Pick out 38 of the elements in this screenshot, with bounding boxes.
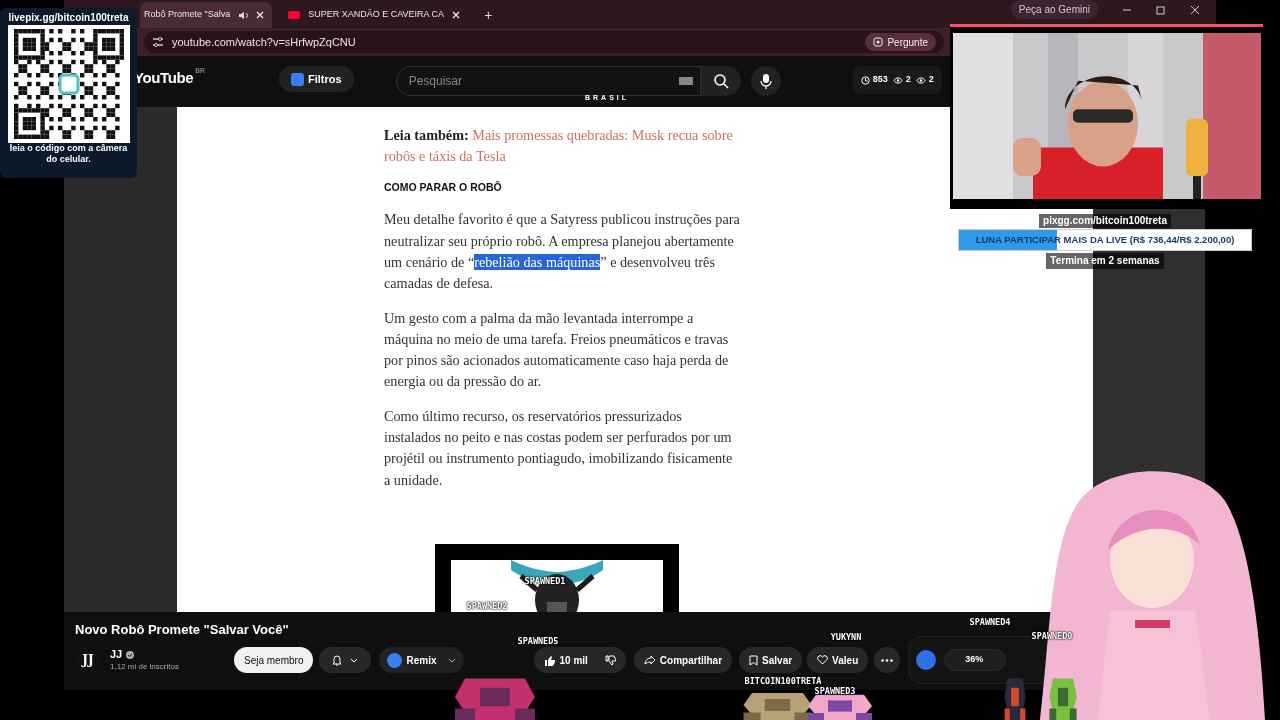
subscriber-count: 1,12 mi de inscritos <box>110 661 180 672</box>
join-button[interactable]: Seja membro <box>234 647 314 673</box>
like-button[interactable]: 10 mil <box>534 647 596 673</box>
stat-count: 2 <box>905 73 911 87</box>
sprite-label: YUKYNN <box>830 632 862 642</box>
article-paragraph: Um gesto com a palma da mão levantada interrompe a máquina no meio de uma tarefa. Freios pneumáticos e travas por pinos são acionados automaticamente caso haja perda de energia ou da pressão do ar. <box>384 308 730 392</box>
filter-button[interactable]: Filtros <box>279 66 354 92</box>
browser-tab[interactable]: SUPER XANDÃO E CAVEIRA CA <box>276 2 473 28</box>
gemini-button[interactable]: Peça ao Gemini <box>1010 0 1098 19</box>
url-text: youtube.com/watch?v=sHrfwpZqCNU <box>172 34 356 50</box>
address-bar[interactable]: youtube.com/watch?v=sHrfwpZqCNU Pergunte <box>144 31 944 53</box>
save-button[interactable]: Salvar <box>739 647 803 673</box>
qr-instructions: leia o código com a câmera do celular. <box>8 143 129 165</box>
browser-tab[interactable]: Robô Promete "Salva <box>140 2 273 28</box>
article-paragraph: Como último recurso, os reservatórios pressurizados instalados no peito e nas costas podem ser perfurados por um projétil ou instrumento pontiagudo, imobilizando fisicamente a unidade. <box>384 406 734 490</box>
percent-pill: 36% <box>944 649 1007 671</box>
youtube-logo-text[interactable]: YouTube <box>134 66 194 90</box>
thanks-button[interactable]: Valeu <box>807 647 869 673</box>
sprite-label: SPAWNED3 <box>814 686 856 696</box>
share-button[interactable]: Compartilhar <box>633 647 733 673</box>
video-title: Novo Robô Promete "Salvar Você" <box>75 621 289 639</box>
new-tab-button[interactable]: + <box>484 8 493 22</box>
see-also-link[interactable]: Leia também: Mais promessas quebradas: Musk recua sobre robôs e táxis da Tesla <box>384 125 746 168</box>
article-paragraph: Meu detalhe favorito é que a Satyress publicou instruções para neutralizar seu próprio robô. A empresa planejou abertamente um cenário de “rebelião das máquinas” e desenvolveu três camadas de defesa. <box>384 210 740 294</box>
goal-end-text: Termina em 2 semanas <box>1046 253 1164 269</box>
ask-button[interactable]: Pergunte <box>865 33 936 51</box>
stat-count: 2 <box>928 73 934 87</box>
search-field[interactable]: Pesquisar <box>395 66 701 96</box>
remix-button[interactable]: Remix <box>379 647 465 673</box>
goal-url: pixgg.com/bitcoin100treta <box>1039 214 1171 228</box>
section-heading: COMO PARAR O ROBÔ <box>384 179 503 195</box>
sprite-label: SPAWNED5 <box>517 636 559 646</box>
sprite-label: BITCOIN100TRETA <box>744 676 822 686</box>
channel-name[interactable]: JJ <box>110 648 123 661</box>
qr-caption: livepix.gg/bitcoin100treta <box>8 11 129 24</box>
sprite-label: SPAWNED4 <box>969 617 1011 627</box>
sprite-label: SPAWNED2 <box>466 601 508 611</box>
stat-count: 853 <box>872 73 888 87</box>
